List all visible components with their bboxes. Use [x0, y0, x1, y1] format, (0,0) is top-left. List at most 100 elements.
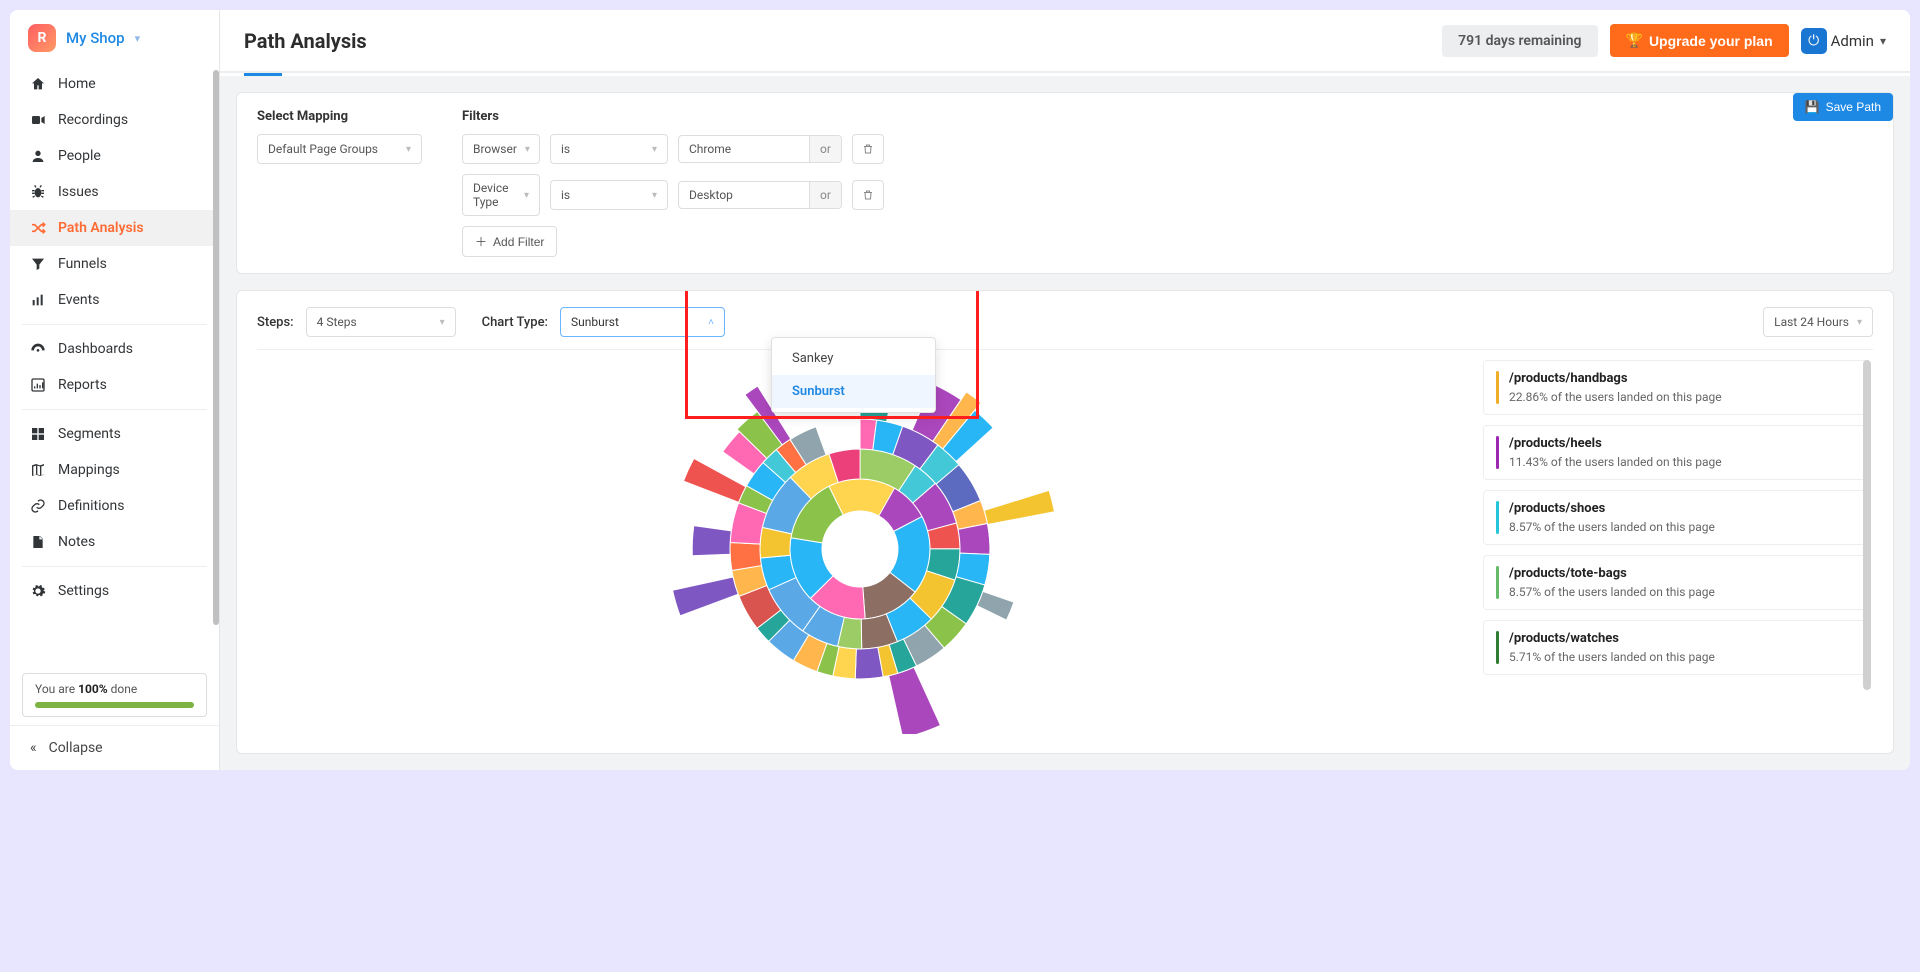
delete-filter-button[interactable]	[852, 134, 884, 164]
brand-name: My Shop	[66, 29, 125, 47]
timerange-select[interactable]: Last 24 Hours▾	[1763, 307, 1873, 337]
plus-icon: ＋	[475, 233, 487, 250]
charttype-dropdown: Sankey Sunburst	[771, 337, 936, 413]
delete-filter-button[interactable]	[852, 180, 884, 210]
result-color-stripe	[1496, 436, 1499, 469]
charttype-label: Chart Type:	[482, 315, 548, 330]
video-icon	[30, 112, 46, 128]
bars-icon	[30, 292, 46, 308]
onboarding-progress: You are 100% done	[22, 673, 207, 717]
charttype-option-sankey[interactable]: Sankey	[772, 342, 935, 375]
filters-label: Filters	[462, 109, 1873, 124]
sidebar-item-label: Path Analysis	[58, 220, 144, 236]
sidebar-item-path-analysis[interactable]: Path Analysis	[10, 210, 219, 246]
collapse-sidebar-button[interactable]: « Collapse	[10, 725, 219, 770]
sidebar-item-label: Dashboards	[58, 341, 133, 357]
result-card[interactable]: /products/watches 5.71% of the users land…	[1483, 620, 1869, 675]
sunburst-chart[interactable]	[257, 360, 1463, 737]
filter-operator-select[interactable]: is▾	[550, 180, 668, 210]
save-path-button[interactable]: 💾Save Path	[1793, 93, 1893, 121]
result-percentage: 22.86% of the users landed on this page	[1509, 390, 1722, 404]
sidebar-item-funnels[interactable]: Funnels	[10, 246, 219, 282]
chevron-down-icon: ▾	[524, 190, 529, 201]
admin-menu[interactable]: ⏻ Admin ▾	[1801, 28, 1886, 54]
chevron-down-icon: ▾	[440, 317, 445, 328]
map-icon	[30, 462, 46, 478]
note-icon	[30, 534, 46, 550]
result-percentage: 11.43% of the users landed on this page	[1509, 455, 1722, 469]
sidebar-item-home[interactable]: Home	[10, 66, 219, 102]
filter-value-input[interactable]: Desktopor	[678, 181, 842, 209]
sidebar-item-definitions[interactable]: Definitions	[10, 488, 219, 524]
chevron-down-icon: ▾	[652, 144, 657, 155]
gear-icon	[30, 583, 46, 599]
sidebar-item-label: Settings	[58, 583, 109, 599]
charttype-select[interactable]: Sunburst˄	[560, 307, 725, 337]
chevron-double-left-icon: «	[30, 740, 37, 756]
chart-icon	[30, 377, 46, 393]
add-filter-button[interactable]: ＋Add Filter	[462, 226, 557, 257]
trophy-icon: 🏆	[1626, 32, 1643, 49]
mapping-label: Select Mapping	[257, 109, 422, 124]
topbar: Path Analysis 791 days remaining 🏆 Upgra…	[220, 10, 1910, 73]
sidebar-item-label: Home	[58, 76, 96, 92]
result-percentage: 5.71% of the users landed on this page	[1509, 650, 1715, 664]
sidebar-item-label: Recordings	[58, 112, 128, 128]
scrollbar[interactable]	[1863, 360, 1871, 690]
chevron-down-icon: ▾	[406, 144, 411, 155]
sidebar-item-notes[interactable]: Notes	[10, 524, 219, 560]
sidebar-item-segments[interactable]: Segments	[10, 416, 219, 452]
chevron-down-icon: ▾	[652, 190, 657, 201]
steps-select[interactable]: 4 Steps▾	[306, 307, 456, 337]
sidebar-item-label: Reports	[58, 377, 107, 393]
filter-field-select[interactable]: Device Type▾	[462, 174, 540, 216]
result-card[interactable]: /products/shoes8.57% of the users landed…	[1483, 490, 1869, 545]
funnel-icon	[30, 256, 46, 272]
sidebar-item-people[interactable]: People	[10, 138, 219, 174]
brand-selector[interactable]: R My Shop ▾	[10, 10, 219, 66]
mapping-select[interactable]: Default Page Groups▾	[257, 134, 422, 164]
link-icon	[30, 498, 46, 514]
chevron-up-icon: ˄	[708, 317, 714, 328]
sidebar-item-settings[interactable]: Settings	[10, 573, 219, 609]
charttype-option-sunburst[interactable]: Sunburst	[772, 375, 935, 408]
result-card[interactable]: /products/heels11.43% of the users lande…	[1483, 425, 1869, 480]
sidebar-item-label: Events	[58, 292, 99, 308]
filters-card: Select Mapping Default Page Groups▾ Filt…	[236, 92, 1894, 274]
sidebar-item-events[interactable]: Events	[10, 282, 219, 318]
brand-logo: R	[28, 24, 56, 52]
sidebar-item-label: Mappings	[58, 462, 120, 478]
chevron-down-icon: ▾	[525, 144, 530, 155]
result-color-stripe	[1496, 371, 1499, 404]
result-path: /products/handbags	[1509, 371, 1722, 386]
result-path: /products/watches	[1509, 631, 1715, 646]
days-remaining-pill: 791 days remaining	[1442, 25, 1597, 57]
result-color-stripe	[1496, 566, 1499, 599]
sidebar-item-label: People	[58, 148, 101, 164]
result-path: /products/tote-bags	[1509, 566, 1715, 581]
sidebar-item-recordings[interactable]: Recordings	[10, 102, 219, 138]
grid-icon	[30, 426, 46, 442]
filter-row: Device Type▾ is▾ Desktopor	[462, 174, 1873, 216]
sidebar-item-dashboards[interactable]: Dashboards	[10, 331, 219, 367]
filter-field-select[interactable]: Browser▾	[462, 134, 540, 164]
result-card[interactable]: /products/tote-bags8.57% of the users la…	[1483, 555, 1869, 610]
sidebar-item-issues[interactable]: Issues	[10, 174, 219, 210]
chart-card: Steps: 4 Steps▾ Chart Type: Sunburst˄ La…	[236, 290, 1894, 754]
chevron-down-icon: ▾	[135, 32, 141, 45]
sidebar-item-label: Definitions	[58, 498, 124, 514]
filter-value-input[interactable]: Chromeor	[678, 135, 842, 163]
scrollbar[interactable]	[213, 70, 219, 625]
upgrade-plan-button[interactable]: 🏆 Upgrade your plan	[1610, 24, 1789, 57]
chevron-down-icon: ▾	[1880, 34, 1886, 48]
home-icon	[30, 76, 46, 92]
power-icon: ⏻	[1801, 28, 1827, 54]
filter-operator-select[interactable]: is▾	[550, 134, 668, 164]
sidebar-item-reports[interactable]: Reports	[10, 367, 219, 403]
chevron-down-icon: ▾	[1857, 317, 1862, 328]
gauge-icon	[30, 341, 46, 357]
filter-join-label: or	[809, 136, 841, 162]
result-card[interactable]: /products/handbags 22.86% of the users la…	[1483, 360, 1869, 415]
sidebar-item-mappings[interactable]: Mappings	[10, 452, 219, 488]
main-content: Path Analysis 791 days remaining 🏆 Upgra…	[220, 10, 1910, 770]
